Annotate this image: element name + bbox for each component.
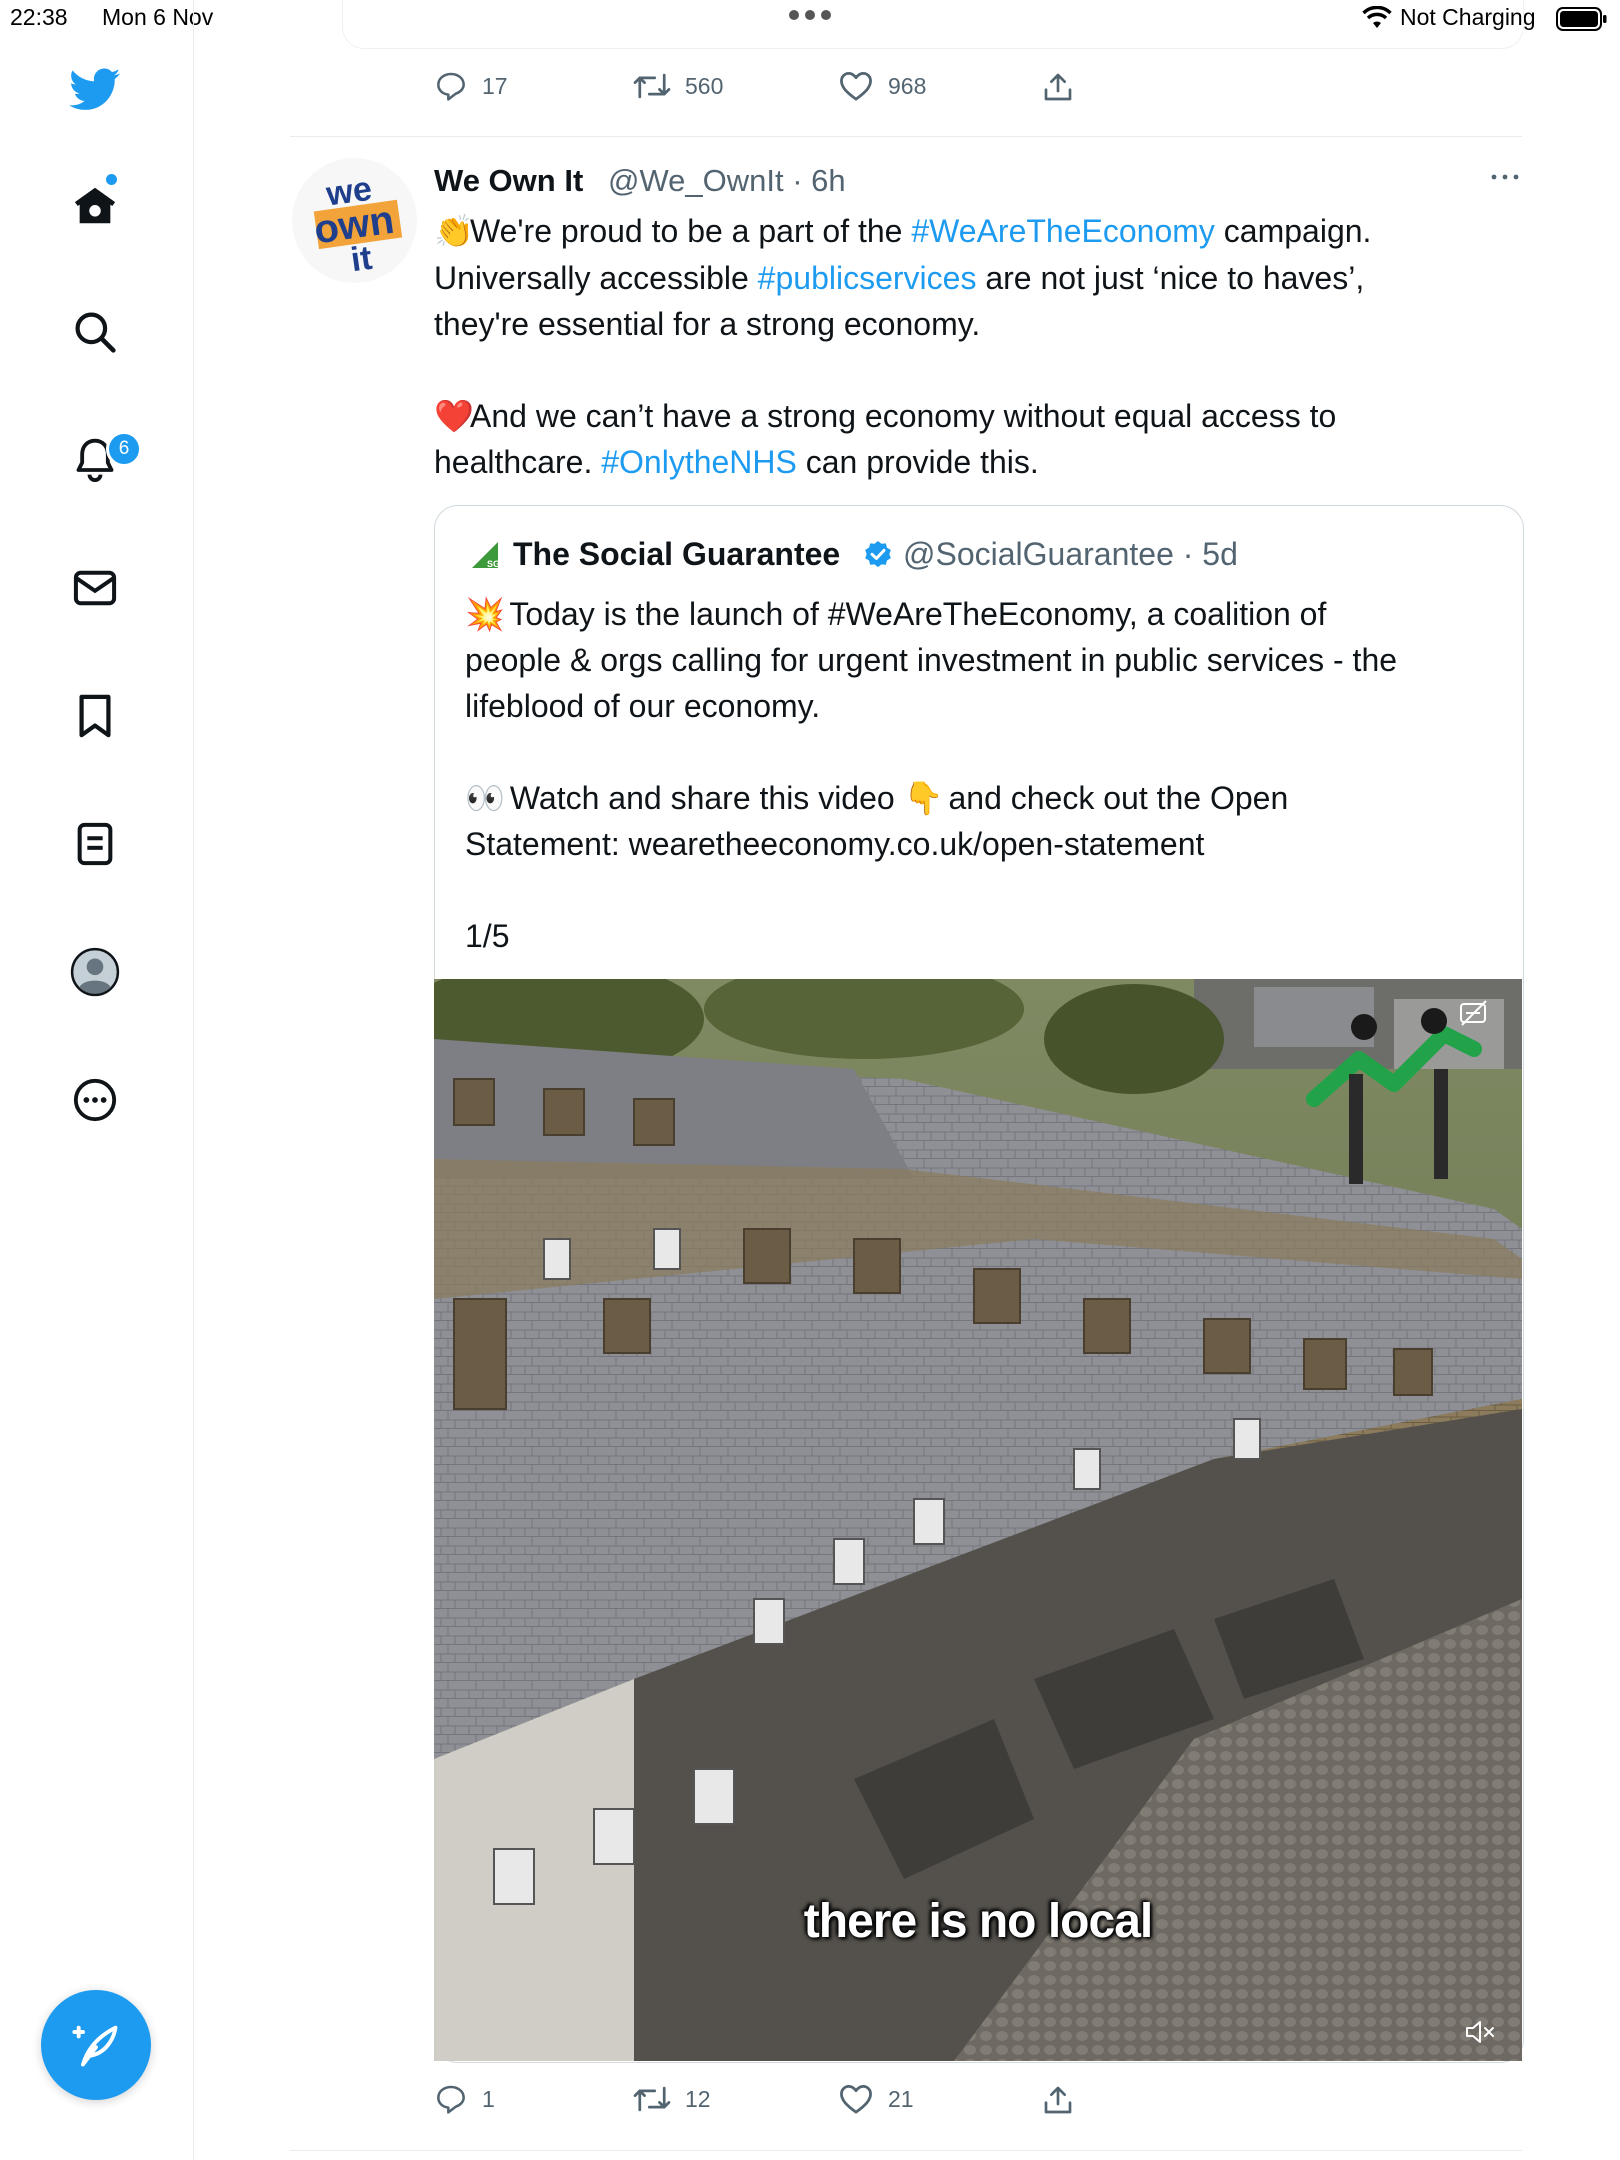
heart-emoji-icon: ❤️ [434, 398, 474, 434]
compose-feather-icon [72, 2025, 118, 2067]
previous-tweet-media-edge [342, 0, 1524, 49]
tweet-text: Universally accessible [434, 260, 758, 296]
nav-explore[interactable] [69, 306, 121, 358]
tweet-text: campaign. [1214, 213, 1372, 249]
twitter-logo-button[interactable] [69, 64, 121, 116]
twitter-bird-icon [69, 68, 121, 110]
search-icon [75, 312, 116, 353]
tweet-text: And we can’t have a strong economy witho… [470, 398, 1337, 434]
list-icon [77, 822, 113, 866]
captions-icon[interactable] [1458, 999, 1490, 1027]
quote-text: Today is the launch of #WeAreTheEconomy,… [509, 596, 1327, 632]
nav-messages[interactable] [69, 562, 121, 614]
tweet-text: are not just ‘nice to haves’, [976, 260, 1365, 296]
tweet-line-2: Universally accessible #publicservices a… [434, 255, 1514, 301]
avatar[interactable]: we own it [292, 158, 417, 283]
hashtag-link[interactable]: #OnlytheNHS [601, 444, 797, 480]
nav-bookmarks[interactable] [69, 690, 121, 742]
like-button[interactable]: 21 [838, 2083, 914, 2115]
prev-retweet-count: 560 [685, 72, 724, 99]
battery-icon [1556, 7, 1607, 31]
pointing-down-emoji-icon: 👇 [903, 780, 944, 816]
notification-badge: 6 [106, 431, 142, 467]
hashtag-link[interactable]: #WeAreTheEconomy [911, 213, 1215, 249]
quote-line-4: 👀 Watch and share this video 👇 and check… [465, 775, 1288, 821]
quote-text: Watch and share this video [509, 780, 895, 816]
share-icon [1044, 73, 1072, 101]
quote-line-2: people & orgs calling for urgent investm… [465, 642, 1398, 678]
tweet-line-5: healthcare. #OnlytheNHS can provide this… [434, 439, 1514, 485]
compose-tweet-button[interactable] [41, 1990, 151, 2100]
quote-text: and check out the Open [948, 780, 1289, 816]
more-options-icon[interactable] [1490, 172, 1520, 182]
tweet-text: healthcare. [434, 444, 602, 480]
nav-lists[interactable] [69, 818, 121, 870]
video-caption: there is no local [803, 1895, 1153, 1948]
reply-icon [437, 72, 465, 101]
prev-reply-count: 17 [482, 72, 508, 99]
share-button[interactable] [1042, 2083, 1074, 2117]
clapping-hands-icon: 👏 [434, 213, 474, 249]
quote-line-5: Statement: wearetheeconomy.co.uk/open-st… [465, 826, 1205, 862]
prev-share-button[interactable] [1042, 70, 1074, 104]
eyes-emoji-icon: 👀 [465, 780, 505, 816]
tweet-text: We're proud to be a part of the [470, 213, 912, 249]
reply-icon [437, 2085, 465, 2114]
reply-count: 1 [482, 2085, 495, 2112]
quoted-author-handle[interactable]: @SocialGuarantee · 5d [903, 536, 1238, 573]
bookmark-icon [79, 694, 111, 738]
mute-icon[interactable] [1464, 2019, 1498, 2045]
collision-emoji-icon: 💥 [465, 596, 505, 632]
nav-home[interactable] [69, 180, 121, 232]
retweet-count: 12 [685, 2085, 711, 2112]
tweet-divider [290, 136, 1522, 137]
nav-more[interactable] [69, 1074, 121, 1126]
home-unread-dot [106, 174, 117, 185]
retweet-icon [633, 73, 671, 99]
we-own-it-logo: we own it [311, 170, 403, 279]
nav-profile[interactable] [69, 946, 121, 998]
quoted-author-name[interactable]: The Social Guarantee [513, 536, 840, 573]
tweet-divider [290, 2150, 1522, 2151]
reply-button[interactable]: 1 [434, 2083, 495, 2115]
retweet-icon [633, 2086, 671, 2112]
heart-icon [840, 2084, 872, 2114]
profile-icon [70, 947, 120, 997]
like-count: 21 [888, 2085, 914, 2112]
retweet-button[interactable]: 12 [633, 2083, 711, 2115]
tweet-line-1: 👏We're proud to be a part of the #WeAreT… [434, 208, 1514, 254]
verified-badge-icon [865, 541, 891, 568]
author-handle[interactable]: @We_OwnIt · 6h [608, 163, 846, 199]
social-guarantee-logo-icon: SG [472, 542, 500, 569]
quote-line-6: 1/5 [465, 918, 510, 954]
author-name[interactable]: We Own It [434, 163, 583, 199]
share-icon [1044, 2086, 1072, 2114]
video-player[interactable]: there is no local [434, 979, 1522, 2061]
heart-icon [840, 71, 872, 101]
mail-icon [73, 570, 117, 606]
tweet-text: can provide this. [796, 444, 1039, 480]
tweet-line-3: they're essential for a strong economy. [434, 306, 981, 342]
prev-retweet-button[interactable]: 560 [633, 70, 723, 102]
svg-text:SG: SG [487, 559, 500, 569]
prev-like-count: 968 [888, 72, 927, 99]
tweet-line-4: ❤️And we can’t have a strong economy wit… [434, 393, 1514, 439]
sidebar: 6 [0, 0, 194, 2160]
quote-line-1: 💥 Today is the launch of #WeAreTheEconom… [465, 591, 1326, 637]
home-icon [74, 187, 116, 224]
hashtag-link[interactable]: #publicservices [758, 260, 977, 296]
prev-reply-button[interactable]: 17 [434, 70, 508, 102]
prev-like-button[interactable]: 968 [838, 70, 926, 102]
quote-line-3: lifeblood of our economy. [465, 688, 821, 724]
more-circle-icon [73, 1078, 117, 1122]
